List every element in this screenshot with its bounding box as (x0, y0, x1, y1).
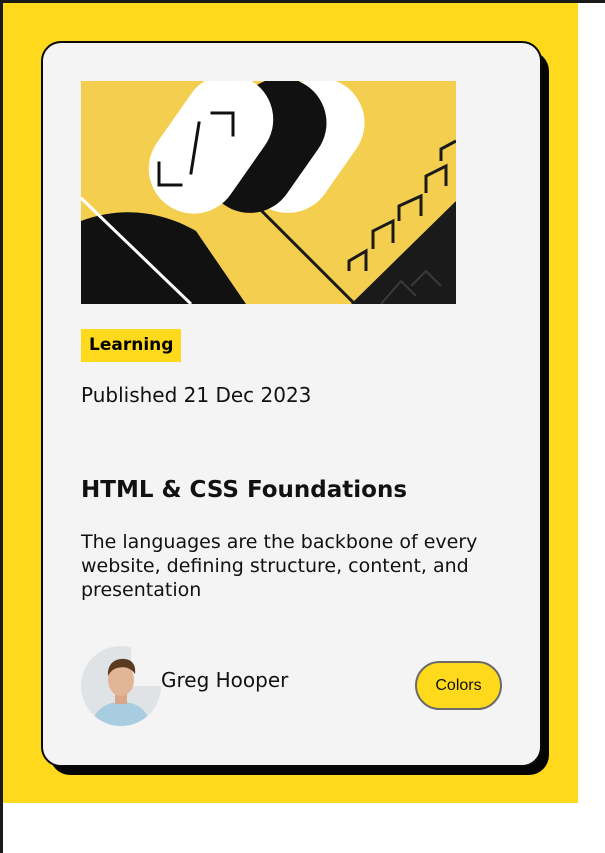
category-badge: Learning (81, 329, 182, 362)
card-description: The languages are the backbone of every … (81, 531, 478, 601)
card-title[interactable]: HTML & CSS Foundations (81, 477, 407, 503)
blog-preview-card: Learning Published 21 Dec 2023 HTML & CS… (41, 41, 542, 767)
author-info: Greg Hooper (81, 646, 288, 726)
avatar (81, 646, 161, 726)
author-name: Greg Hooper (161, 668, 289, 692)
colors-button[interactable]: Colors (415, 661, 502, 710)
published-date: Published 21 Dec 2023 (81, 383, 312, 407)
avatar-photo (81, 646, 161, 726)
hero-illustration (81, 81, 456, 304)
